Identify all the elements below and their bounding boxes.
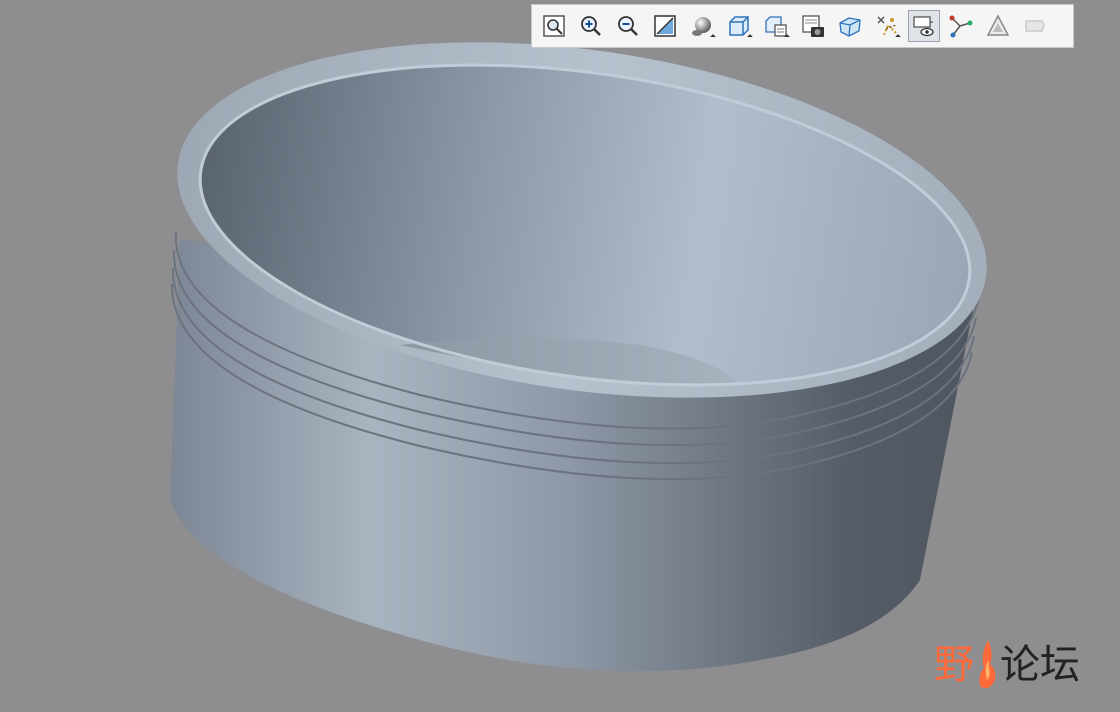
refit-icon xyxy=(543,15,565,37)
forum-watermark: 野 论坛 xyxy=(934,632,1080,692)
view-toolbar xyxy=(531,4,1074,48)
zoom-in-icon xyxy=(581,16,601,36)
spin-center-icon xyxy=(949,15,973,38)
datum-display-button[interactable] xyxy=(871,10,903,42)
snapshot-button[interactable] xyxy=(797,10,829,42)
repaint-button[interactable] xyxy=(649,10,681,42)
appearance-icon xyxy=(986,14,1010,36)
display-style-button[interactable] xyxy=(686,10,718,42)
perspective-button[interactable] xyxy=(834,10,866,42)
watermark-text-part2: 论坛 xyxy=(1000,642,1080,688)
annotation-display-icon xyxy=(913,16,934,37)
saved-views-button[interactable] xyxy=(723,10,755,42)
appearance-button[interactable] xyxy=(982,10,1014,42)
zoom-out-button[interactable] xyxy=(612,10,644,42)
model-viewport[interactable] xyxy=(0,0,1120,712)
refit-button[interactable] xyxy=(538,10,570,42)
camera-icon xyxy=(802,15,824,37)
zoom-in-button[interactable] xyxy=(575,10,607,42)
named-views-button[interactable] xyxy=(760,10,792,42)
zoom-out-icon xyxy=(618,16,638,36)
watermark-text-part1: 野 xyxy=(934,642,974,688)
spin-center-button[interactable] xyxy=(945,10,977,42)
annotation-display-button[interactable] xyxy=(908,10,940,42)
perspective-cube-icon xyxy=(839,17,861,37)
faded-tool-icon xyxy=(1025,20,1045,32)
repaint-icon xyxy=(654,15,676,37)
flame-icon xyxy=(979,640,996,689)
faded-tool-button[interactable] xyxy=(1019,10,1051,42)
